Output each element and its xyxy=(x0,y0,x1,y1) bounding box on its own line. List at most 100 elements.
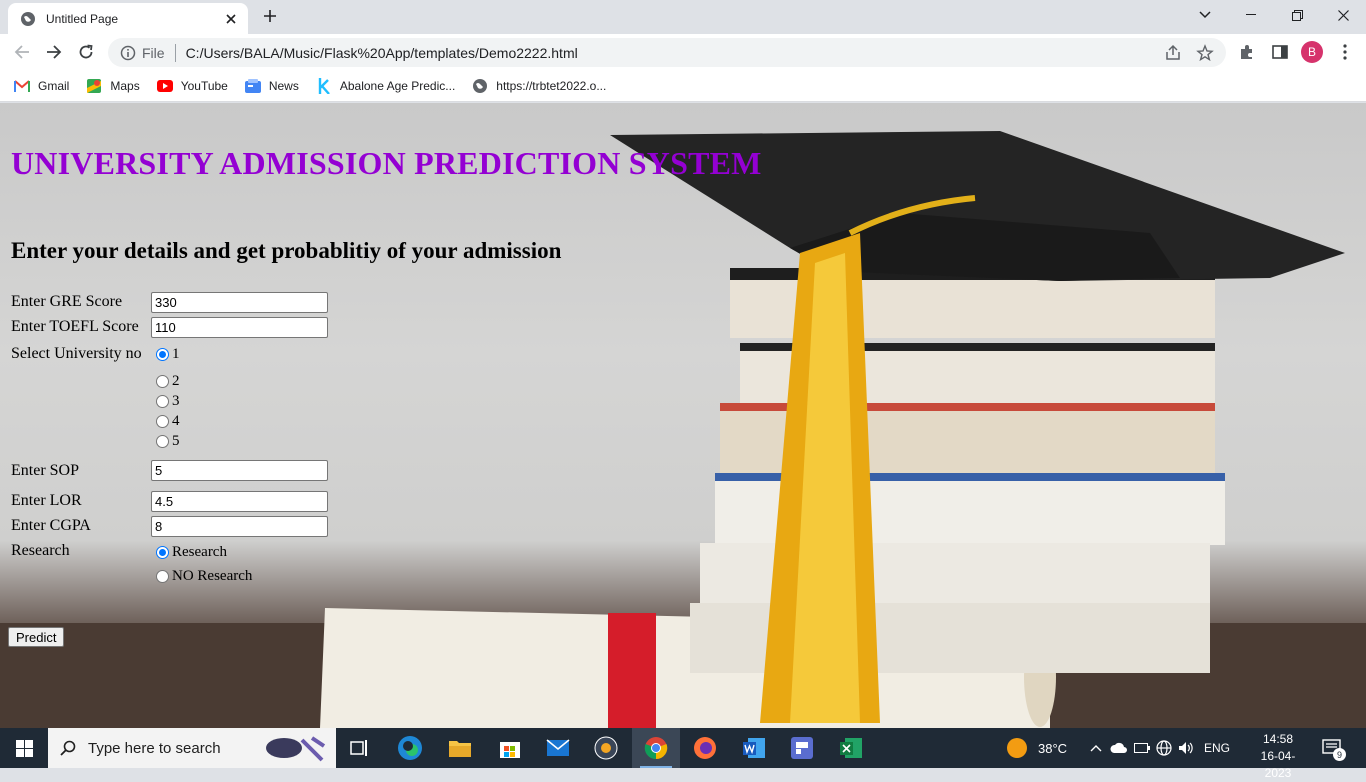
network-globe-icon[interactable] xyxy=(1156,740,1172,756)
research-radio-yes[interactable]: Research xyxy=(156,544,227,561)
close-window-button[interactable] xyxy=(1320,4,1366,26)
bookmark-label: YouTube xyxy=(180,78,228,93)
task-view-button[interactable] xyxy=(336,728,384,768)
clock-time: 14:58 xyxy=(1262,732,1294,746)
start-button[interactable] xyxy=(0,728,48,768)
bookmark-label: Abalone Age Predic... xyxy=(339,78,456,93)
university-radio-4[interactable]: 4 xyxy=(156,413,180,430)
taskbar-search-box[interactable]: Type here to search xyxy=(48,728,336,768)
radio-button[interactable] xyxy=(156,395,169,408)
media-player-icon xyxy=(594,736,618,760)
sun-icon xyxy=(1007,738,1027,758)
media-player-button[interactable] xyxy=(582,728,630,768)
toefl-input[interactable] xyxy=(151,317,328,338)
weather-temperature: 38°C xyxy=(1038,740,1068,756)
radio-button[interactable] xyxy=(156,375,169,388)
task-view-icon xyxy=(350,740,367,756)
browser-tab[interactable]: Untitled Page xyxy=(8,3,248,34)
gre-input[interactable] xyxy=(151,292,328,313)
info-icon[interactable] xyxy=(120,45,136,61)
taskbar-clock[interactable]: 14:58 16-04-2023 xyxy=(1250,731,1306,782)
search-highlight-icon xyxy=(266,736,326,762)
url-text[interactable]: C:/Users/BALA/Music/Flask%20App/template… xyxy=(186,45,1150,61)
clock-date: 16-04-2023 xyxy=(1260,749,1296,780)
cloud-icon[interactable] xyxy=(1110,742,1128,754)
new-tab-button[interactable] xyxy=(260,8,280,28)
plus-icon xyxy=(264,10,276,22)
extensions-icon[interactable] xyxy=(1238,43,1256,61)
side-panel-icon[interactable] xyxy=(1271,43,1289,61)
volume-icon[interactable] xyxy=(1178,741,1194,755)
radio-button[interactable] xyxy=(156,415,169,428)
reload-button[interactable] xyxy=(76,42,96,62)
battery-icon[interactable] xyxy=(1134,743,1150,753)
close-icon[interactable] xyxy=(224,12,238,26)
university-radio-5[interactable]: 5 xyxy=(156,433,180,450)
cgpa-input[interactable] xyxy=(151,516,328,537)
radio-button[interactable] xyxy=(156,570,169,583)
mail-button[interactable] xyxy=(534,728,582,768)
radio-label: 4 xyxy=(172,413,180,429)
back-button[interactable] xyxy=(12,42,32,62)
bookmark-label: News xyxy=(268,78,299,93)
profile-avatar[interactable]: B xyxy=(1301,41,1323,63)
edge-button[interactable] xyxy=(386,728,434,768)
store-icon xyxy=(500,742,520,758)
radio-button[interactable] xyxy=(156,435,169,448)
radio-button-selected[interactable] xyxy=(156,546,169,559)
research-radio-no[interactable]: NO Research xyxy=(156,568,252,585)
radio-label: 2 xyxy=(172,373,180,389)
tab-title: Untitled Page xyxy=(46,11,119,26)
reload-icon xyxy=(79,44,93,59)
address-bar[interactable]: File C:/Users/BALA/Music/Flask%20App/tem… xyxy=(108,38,1226,67)
excel-button[interactable] xyxy=(827,728,875,768)
weather-widget[interactable]: 38°C xyxy=(1006,728,1067,768)
university-radio-3[interactable]: 3 xyxy=(156,393,180,410)
word-button[interactable] xyxy=(730,728,778,768)
bookmark-maps[interactable]: Maps xyxy=(86,78,140,94)
web-page: UNIVERSITY ADMISSION PREDICTION SYSTEM E… xyxy=(0,103,1366,728)
lor-input[interactable] xyxy=(151,491,328,512)
bookmark-abalone[interactable]: Abalone Age Predic... xyxy=(316,77,456,94)
star-icon[interactable] xyxy=(1196,43,1214,62)
tab-strip: Untitled Page xyxy=(0,0,1366,34)
predict-button[interactable]: Predict xyxy=(8,627,65,647)
sop-input[interactable] xyxy=(151,460,328,481)
university-radio-1[interactable]: 1 xyxy=(156,346,180,363)
bookmark-trbtet[interactable]: https://trbtet2022.o... xyxy=(472,78,606,94)
bookmark-label: https://trbtet2022.o... xyxy=(496,78,607,93)
file-explorer-button[interactable] xyxy=(436,728,484,768)
tab-search-button[interactable] xyxy=(1182,4,1228,26)
minimize-button[interactable] xyxy=(1228,4,1274,26)
language-indicator[interactable]: ENG xyxy=(1204,741,1230,755)
share-icon[interactable] xyxy=(1164,44,1182,62)
bookmark-gmail[interactable]: Gmail xyxy=(14,78,69,94)
radio-label: Research xyxy=(172,544,227,560)
notification-badge: 9 xyxy=(1333,748,1346,761)
lor-label: Enter LOR xyxy=(11,492,82,509)
bookmark-youtube[interactable]: YouTube xyxy=(156,78,228,94)
app-button[interactable] xyxy=(778,728,826,768)
forward-button[interactable] xyxy=(44,42,64,62)
chrome-button[interactable] xyxy=(632,728,680,768)
system-tray: ENG xyxy=(1090,728,1230,768)
windows-logo-icon xyxy=(15,739,33,757)
bookmark-news[interactable]: News xyxy=(244,78,299,94)
folder-icon xyxy=(449,741,471,757)
chevron-up-icon[interactable] xyxy=(1090,744,1102,752)
store-button[interactable] xyxy=(486,728,534,768)
radio-button-selected[interactable] xyxy=(156,348,169,361)
background-image xyxy=(0,131,1366,728)
more-menu-icon[interactable] xyxy=(1336,43,1354,61)
firefox-icon xyxy=(694,737,716,759)
url-scheme: File xyxy=(142,44,165,61)
restore-button[interactable] xyxy=(1274,4,1320,26)
kaggle-icon xyxy=(318,77,330,94)
firefox-button[interactable] xyxy=(681,728,729,768)
university-radio-2[interactable]: 2 xyxy=(156,373,180,390)
app-icon xyxy=(791,737,813,759)
page-heading: UNIVERSITY ADMISSION PREDICTION SYSTEM xyxy=(11,145,762,181)
notifications-button[interactable]: 9 xyxy=(1322,728,1346,768)
search-placeholder: Type here to search xyxy=(88,739,221,757)
windows-taskbar: Type here to search 38°C ENG 14:58 16-04… xyxy=(0,728,1366,780)
